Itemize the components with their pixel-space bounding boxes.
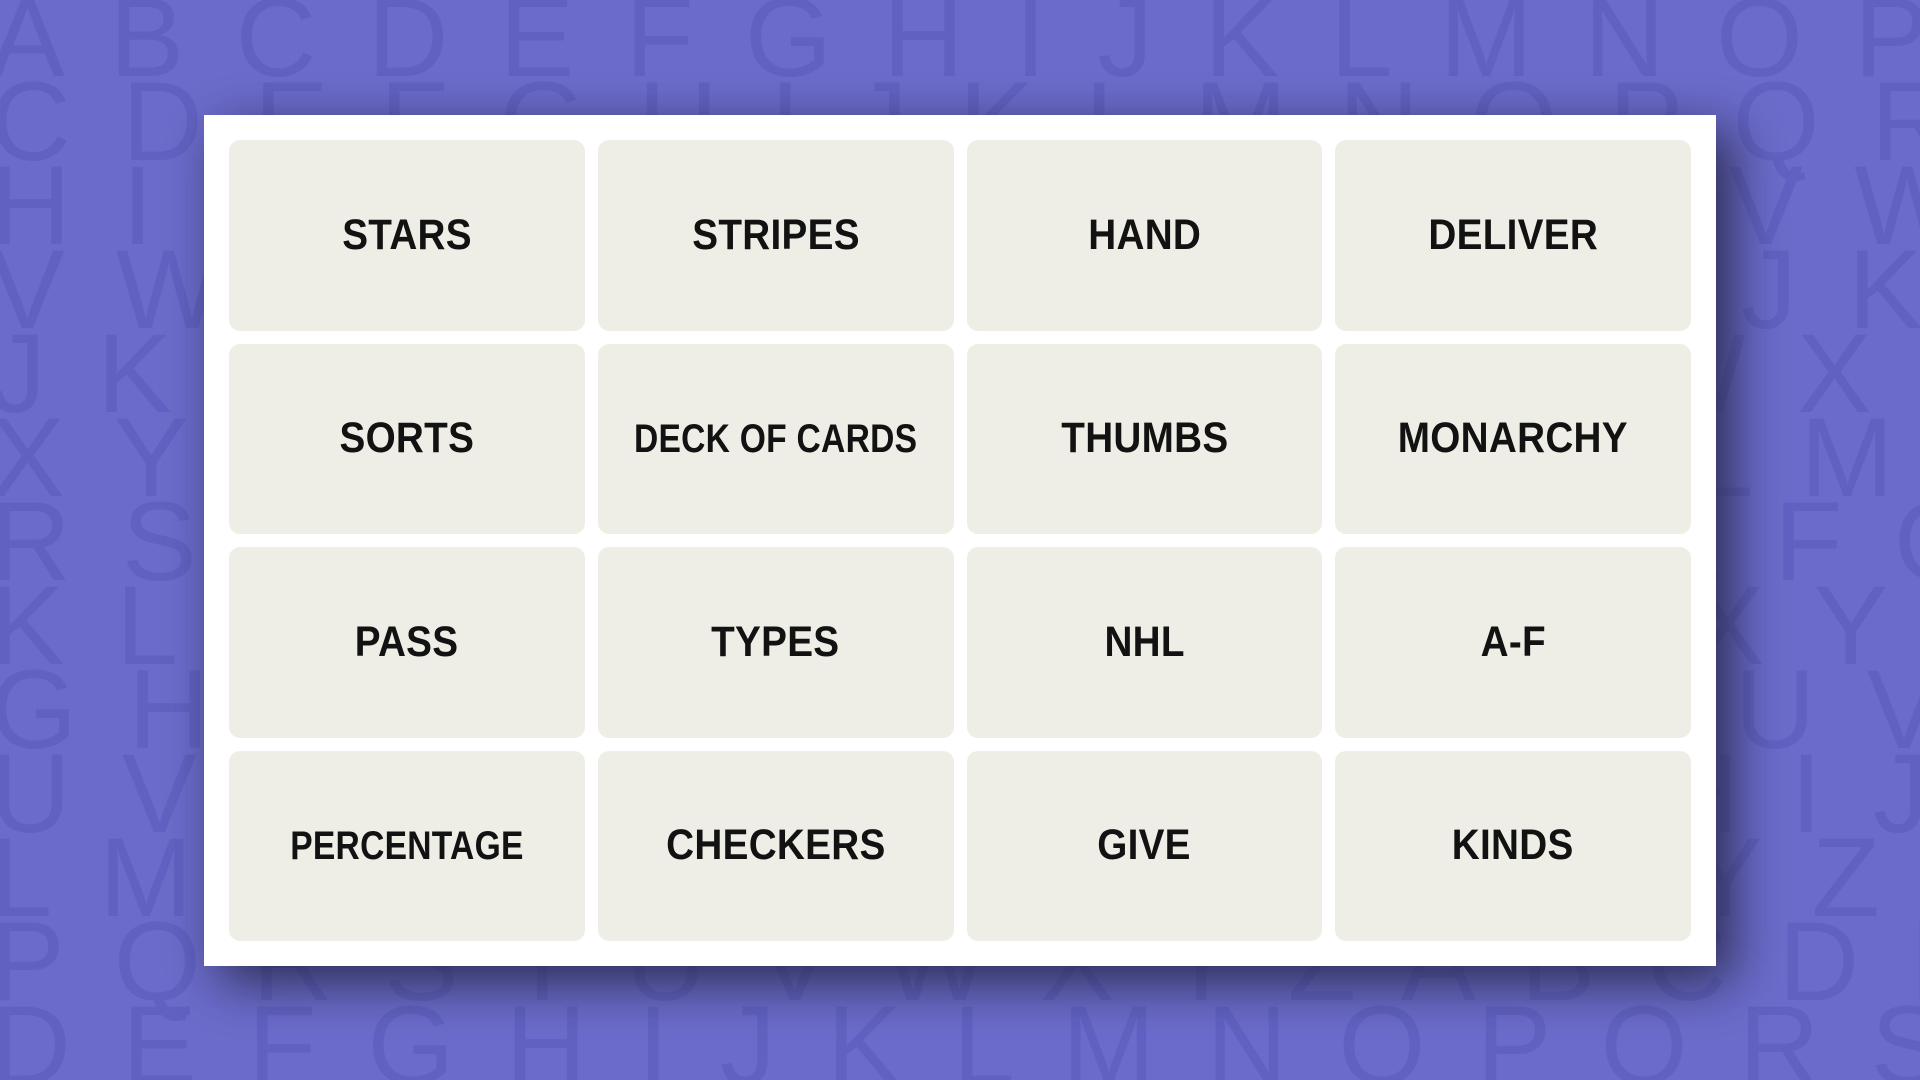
puzzle-tile[interactable]: HAND (966, 140, 1323, 331)
puzzle-tile-label: DECK OF CARDS (633, 416, 918, 461)
puzzle-tile-label: KINDS (1452, 821, 1575, 870)
puzzle-tile[interactable]: MONARCHY (1335, 343, 1691, 534)
puzzle-tile[interactable]: A-F (1335, 547, 1691, 738)
puzzle-tile-label: GIVE (1097, 821, 1192, 870)
puzzle-tile-label: PERCENTAGE (290, 823, 524, 868)
puzzle-tile[interactable]: KINDS (1335, 750, 1691, 941)
puzzle-tile[interactable]: THUMBS (966, 343, 1323, 534)
puzzle-tile-label: HAND (1087, 210, 1201, 259)
puzzle-tile[interactable]: TYPES (597, 547, 954, 738)
puzzle-tile[interactable]: DELIVER (1335, 140, 1691, 331)
puzzle-tile-label: PASS (355, 617, 459, 666)
puzzle-tile[interactable]: NHL (966, 547, 1323, 738)
puzzle-tile[interactable]: PERCENTAGE (229, 750, 585, 941)
puzzle-tile[interactable]: STARS (229, 140, 585, 331)
puzzle-tile[interactable]: GIVE (966, 750, 1323, 941)
puzzle-tile-label: STRIPES (691, 210, 860, 259)
puzzle-tile[interactable]: CHECKERS (597, 750, 954, 941)
puzzle-tile[interactable]: DECK OF CARDS (597, 343, 954, 534)
puzzle-tile-label: TYPES (711, 617, 840, 666)
puzzle-tile[interactable]: PASS (229, 547, 585, 738)
puzzle-board: STARS STRIPES HAND DELIVER SORTS DECK OF CARD… (204, 115, 1716, 966)
puzzle-tile-label: SORTS (339, 414, 475, 463)
puzzle-tile-label: CHECKERS (665, 821, 886, 870)
puzzle-tile-label: DELIVER (1428, 210, 1598, 259)
puzzle-tile[interactable]: SORTS (229, 343, 585, 534)
puzzle-tile[interactable]: STRIPES (597, 140, 954, 331)
puzzle-tile-label: THUMBS (1060, 414, 1228, 463)
puzzle-tile-label: NHL (1104, 617, 1185, 666)
puzzle-tile-grid: STARS STRIPES HAND DELIVER SORTS DECK OF CARD… (229, 140, 1691, 941)
puzzle-tile-label: STARS (342, 210, 472, 259)
puzzle-tile-label: MONARCHY (1398, 414, 1629, 463)
puzzle-tile-label: A-F (1480, 617, 1546, 666)
background-letter-row: W X Y Z A B C D E F G H I J K L M N O P … (0, 1074, 1920, 1080)
